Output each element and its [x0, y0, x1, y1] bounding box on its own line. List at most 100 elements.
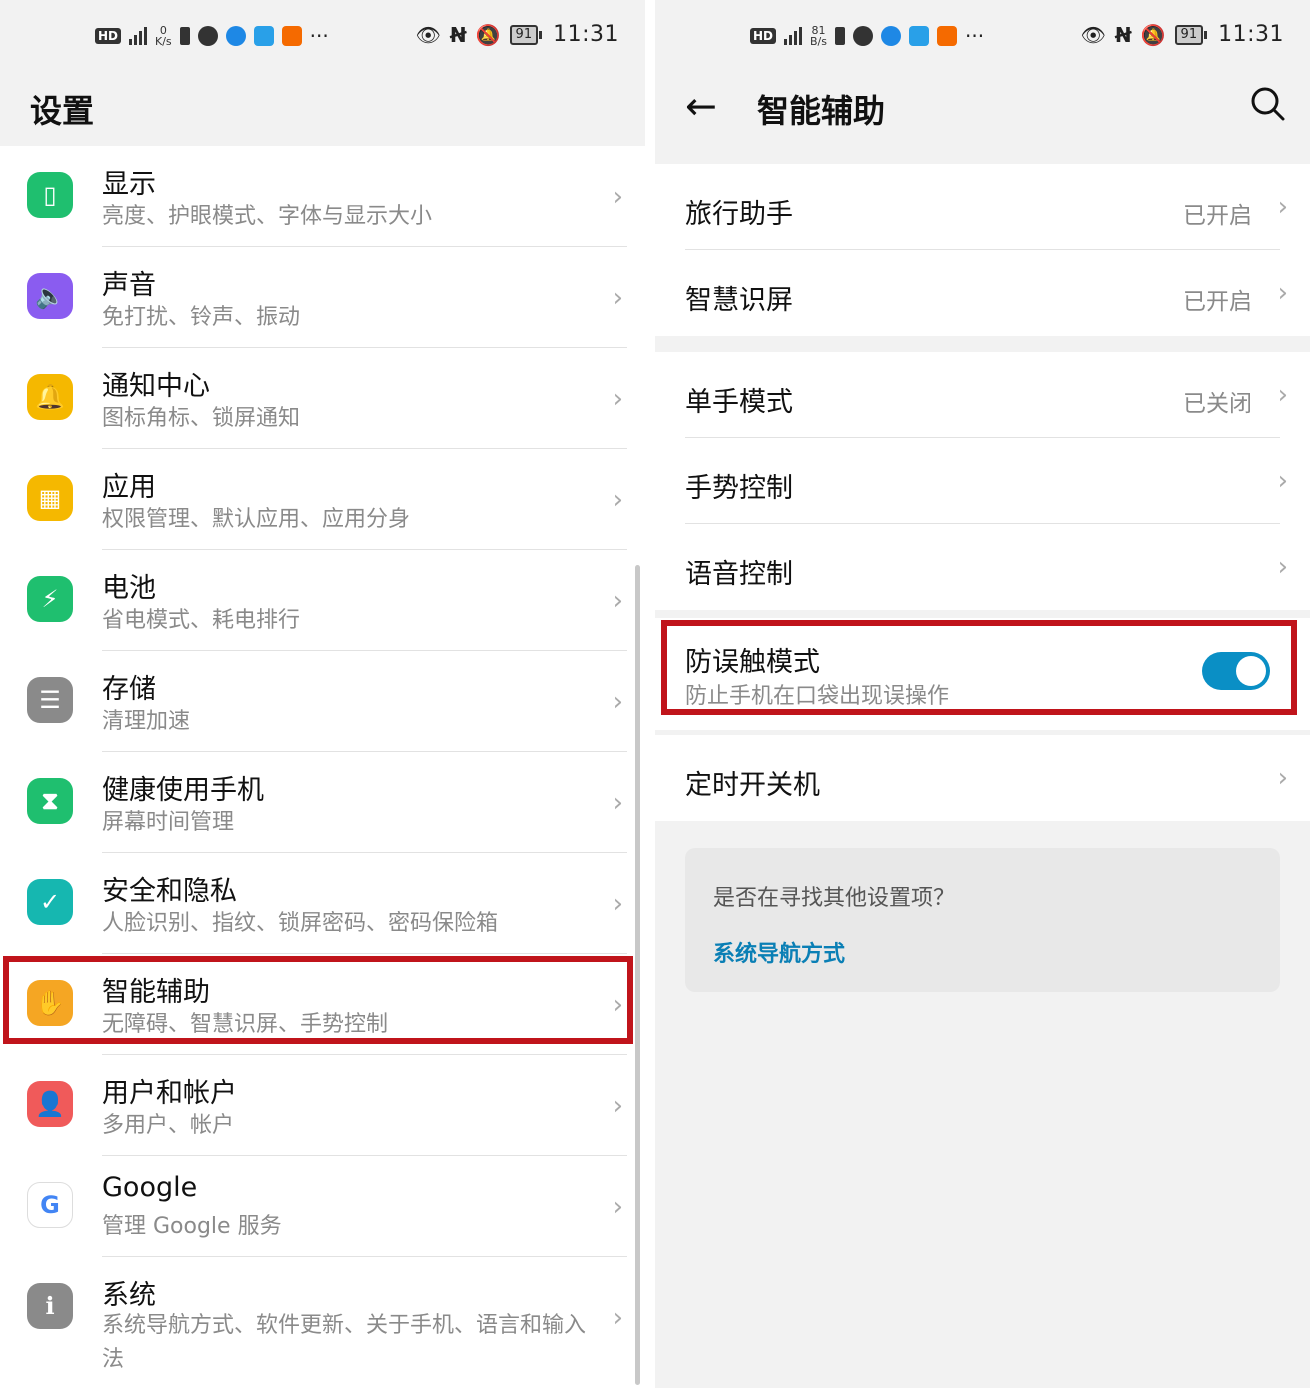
item-label: 单手模式 — [685, 387, 793, 418]
hd-badge: HD — [95, 28, 122, 44]
status-bar: HD 0 K/s ··· 👁 Ꞥ 🔕 91 11:31 — [0, 16, 645, 60]
nfc-icon: Ꞥ — [1114, 22, 1132, 47]
chevron-right-icon: › — [1277, 380, 1288, 410]
settings-item-7[interactable]: ✓ 安全和隐私 人脸识别、指纹、锁屏密码、密码保险箱 › — [0, 853, 645, 954]
chat-icon — [197, 26, 218, 46]
settings-item-subtitle: 清理加速 — [102, 709, 191, 734]
more-notifications-icon: ··· — [309, 24, 329, 48]
settings-item-subtitle: 亮度、护眼模式、字体与显示大小 — [102, 204, 433, 229]
highlight-box-smart-assist — [3, 956, 633, 1044]
item-label: 旅行助手 — [685, 199, 793, 230]
list-item[interactable]: 智慧识屏 已开启 › — [655, 250, 1310, 336]
list-item[interactable]: 手势控制 › — [655, 438, 1310, 524]
more-notifications-icon: ··· — [965, 24, 985, 48]
settings-item-9[interactable]: 👤 用户和帐户 多用户、帐户 › — [0, 1055, 645, 1156]
settings-item-label: Google — [102, 1172, 198, 1203]
settings-item-1[interactable]: 🔈 声音 免打扰、铃声、振动 › — [0, 247, 645, 348]
settings-list: ▯ 显示 亮度、护眼模式、字体与显示大小 › 🔈 声音 免打扰、铃声、振动 › 🔔 通知中心 图标角… — [0, 146, 645, 1388]
panel-divider — [645, 0, 655, 1388]
item-label: 手势控制 — [685, 473, 793, 504]
settings-item-subtitle: 图标角标、锁屏通知 — [102, 406, 301, 431]
settings-item-label: 应用 — [102, 472, 156, 503]
item-label: 语音控制 — [685, 559, 793, 590]
settings-item-0[interactable]: ▯ 显示亮度、护眼模式、字体与显示大小 › — [0, 146, 645, 247]
page-title: 设置 — [30, 92, 95, 130]
chevron-right-icon: › — [612, 1192, 623, 1222]
settings-item-10[interactable]: G Google 管理 Google 服务 › — [0, 1156, 645, 1257]
clock: 11:31 — [1218, 22, 1284, 47]
item-status: 已开启 — [1183, 203, 1252, 229]
settings-item-subtitle: 屏幕时间管理 — [102, 810, 235, 835]
chevron-right-icon: › — [612, 384, 623, 414]
settings-screen: HD 0 K/s ··· 👁 Ꞥ 🔕 91 11:31 设置 ▯ 显示亮度、护眼模式… — [0, 0, 645, 1388]
settings-item-4[interactable]: ⚡ 电池 省电模式、耗电排行 › — [0, 550, 645, 651]
back-arrow-icon[interactable]: ← — [685, 84, 717, 128]
settings-item-subtitle: 系统导航方式、软件更新、关于手机、语言和输入法 — [102, 1313, 587, 1372]
settings-item-label: 存储 — [102, 674, 156, 705]
list-item[interactable]: 语音控制 › — [655, 524, 1310, 610]
sim-icon — [179, 27, 190, 45]
settings-group-1: 旅行助手 已开启 › 智慧识屏 已开启 › — [655, 164, 1310, 336]
chevron-right-icon: › — [612, 889, 623, 919]
battery-indicator: 91 — [1174, 24, 1207, 45]
list-item[interactable]: 定时开关机 › — [655, 735, 1310, 821]
google-icon: G — [27, 1182, 73, 1228]
chevron-right-icon: › — [1277, 192, 1288, 222]
apps-grid-icon: ▦ — [27, 475, 73, 521]
chevron-right-icon: › — [1277, 763, 1288, 793]
signal-icon — [784, 27, 803, 45]
speaker-icon: 🔈 — [27, 273, 73, 319]
settings-item-subtitle: 省电模式、耗电排行 — [102, 608, 301, 633]
chevron-right-icon: › — [612, 283, 623, 313]
suggestion-link[interactable]: 系统导航方式 — [713, 936, 845, 968]
browser-icon — [881, 26, 901, 46]
storage-icon: ☰ — [27, 677, 73, 723]
eye-comfort-icon: 👁 — [415, 22, 441, 47]
settings-item-subtitle: 免打扰、铃声、振动 — [102, 305, 301, 330]
settings-item-11[interactable]: ℹ 系统 系统导航方式、软件更新、关于手机、语言和输入法 › — [0, 1257, 645, 1388]
settings-item-subtitle: 管理 Google 服务 — [102, 1214, 282, 1239]
list-item[interactable]: 旅行助手 已开启 › — [655, 164, 1310, 250]
chevron-right-icon: › — [612, 182, 623, 212]
item-status: 已关闭 — [1183, 391, 1252, 417]
status-bar: HD 81 B/s ··· 👁 Ꞥ 🔕 91 11:31 — [655, 16, 1310, 60]
chevron-right-icon: › — [612, 687, 623, 717]
battery-indicator: 91 — [509, 24, 542, 45]
delivery-app-icon — [909, 26, 929, 46]
suggestion-card: 是否在寻找其他设置项？ 系统导航方式 — [685, 848, 1280, 992]
chat-icon — [853, 26, 873, 46]
settings-item-label: 健康使用手机 — [102, 775, 264, 806]
settings-item-label: 用户和帐户 — [102, 1078, 237, 1109]
settings-item-2[interactable]: 🔔 通知中心 图标角标、锁屏通知 › — [0, 348, 645, 449]
search-icon[interactable] — [1248, 84, 1288, 128]
settings-item-5[interactable]: ☰ 存储清理加速 › — [0, 651, 645, 752]
settings-group-4: 定时开关机 › — [655, 735, 1310, 821]
chevron-right-icon: › — [612, 586, 623, 616]
chevron-right-icon: › — [612, 1303, 623, 1333]
settings-item-label: 通知中心 — [102, 371, 210, 402]
sim-icon — [835, 27, 845, 45]
browser-icon — [225, 26, 246, 46]
settings-item-subtitle: 多用户、帐户 — [102, 1113, 235, 1138]
settings-item-label: 电池 — [102, 573, 156, 604]
chevron-right-icon: › — [1277, 278, 1288, 308]
delivery-app-icon — [253, 26, 274, 46]
list-item[interactable]: 单手模式 已关闭 › — [655, 352, 1310, 438]
net-speed: 0 K/s — [155, 24, 172, 48]
chevron-right-icon: › — [612, 485, 623, 515]
chevron-right-icon: › — [612, 1091, 623, 1121]
scrollbar[interactable] — [635, 565, 640, 1385]
signal-icon — [129, 27, 148, 45]
taobao-icon — [281, 26, 302, 46]
net-speed: 81 B/s — [810, 24, 827, 48]
item-label: 定时开关机 — [685, 770, 820, 801]
mute-bell-icon: 🔕 — [475, 22, 501, 47]
settings-item-6[interactable]: ⧗ 健康使用手机 屏幕时间管理 › — [0, 752, 645, 853]
shield-icon: ✓ — [27, 879, 73, 925]
hourglass-icon: ⧗ — [27, 778, 73, 824]
settings-item-label: 显示 — [102, 169, 156, 200]
display-icon: ▯ — [27, 172, 73, 218]
settings-group-2: 单手模式 已关闭 › 手势控制 › 语音控制 › — [655, 352, 1310, 610]
settings-item-3[interactable]: ▦ 应用 权限管理、默认应用、应用分身 › — [0, 449, 645, 550]
highlight-box-anti-mistouch — [661, 620, 1297, 715]
